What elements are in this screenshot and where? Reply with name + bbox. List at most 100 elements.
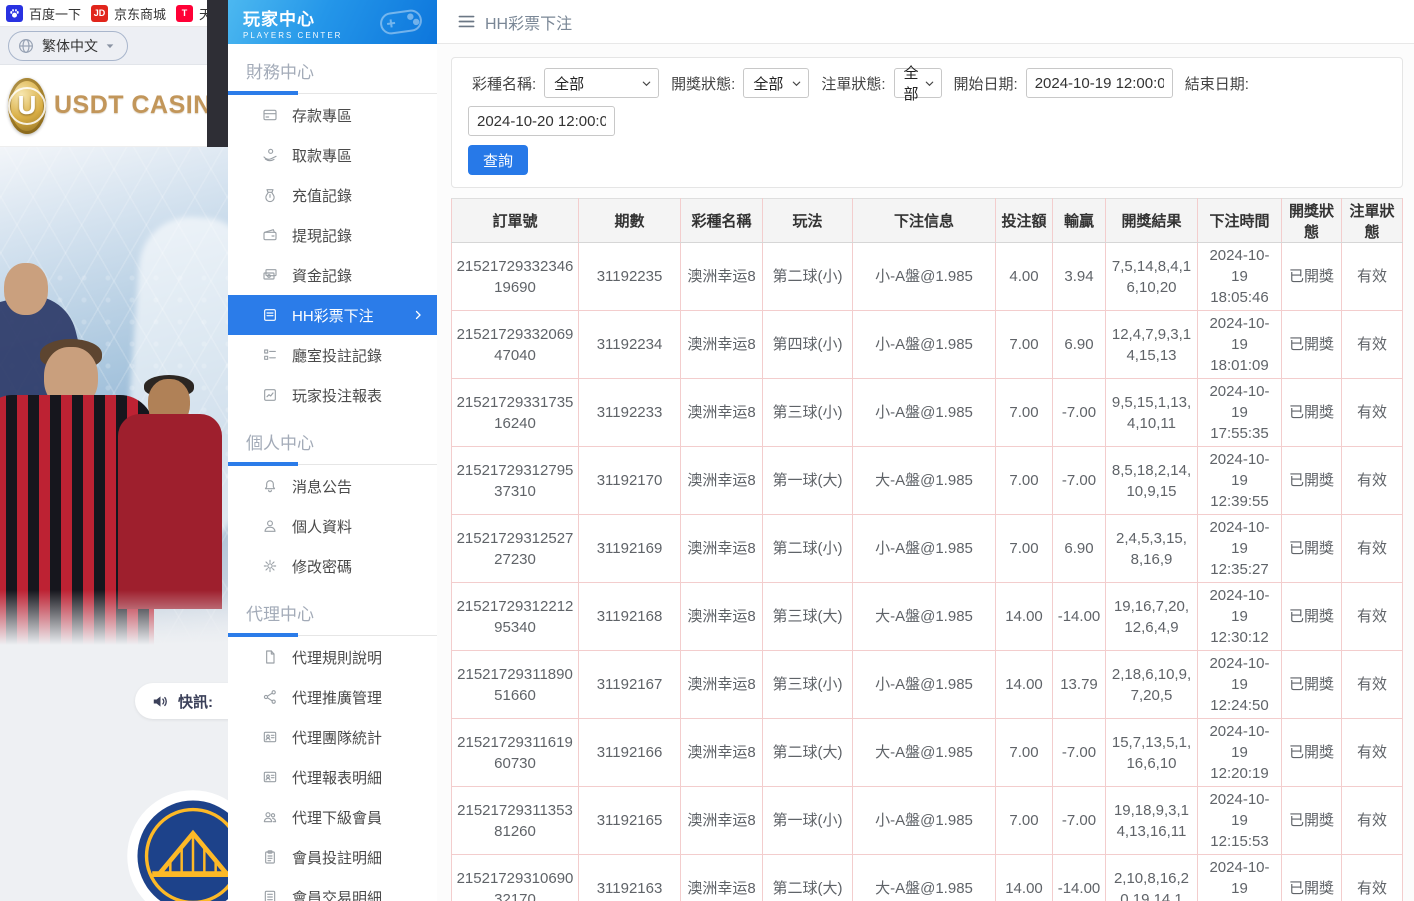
chevron-right-icon <box>412 308 424 322</box>
table-row: 215217293106903217031192163澳洲幸运8第二球(大)大-… <box>452 855 1403 901</box>
cell-bet: 4.00 <box>996 243 1053 311</box>
cell-period: 31192235 <box>579 243 681 311</box>
cell-order: 2152172931135381260 <box>452 787 579 855</box>
draw-status-select-value: 全部 <box>753 73 783 94</box>
sidebar-item-hh-lottery-bets[interactable]: HH彩票下注 <box>228 295 437 335</box>
cell-bet: 7.00 <box>996 719 1053 787</box>
start-date-input[interactable] <box>1026 68 1173 98</box>
cell-order-status: 有效 <box>1342 855 1403 901</box>
idcard-icon <box>262 769 278 785</box>
draw-status-select[interactable]: 全部 <box>743 68 809 98</box>
sidebar-item-deposit[interactable]: 存款專區 <box>228 95 437 135</box>
sidebar-item-announcements[interactable]: 消息公告 <box>228 466 437 506</box>
order-status-select[interactable]: 全部 <box>894 68 942 98</box>
column-header: 開獎結果 <box>1106 199 1198 243</box>
book-icon <box>262 307 278 323</box>
hand-coin-icon <box>262 147 278 163</box>
sidebar-item-recharge-records[interactable]: 充值記錄 <box>228 175 437 215</box>
cell-play: 第二球(大) <box>763 719 853 787</box>
sidebar-item-agent-report-detail[interactable]: 代理報表明細 <box>228 757 437 797</box>
cell-info: 小-A盤@1.985 <box>853 515 996 583</box>
main-topbar: HH彩票下注 <box>437 0 1414 44</box>
sidebar-item-change-password[interactable]: 修改密碼 <box>228 546 437 586</box>
cell-winloss: -7.00 <box>1053 719 1106 787</box>
sidebar-item-fund-records[interactable]: 資金記錄 <box>228 255 437 295</box>
column-header: 注單狀態 <box>1342 199 1403 243</box>
sidebar-item-label: 會員投註明細 <box>292 847 382 868</box>
logo-band: U USDT CASINO <box>0 65 228 147</box>
jd-icon: JD <box>91 5 108 22</box>
cell-time: 2024-10-19 12:15:53 <box>1198 787 1282 855</box>
end-date-input[interactable] <box>468 106 615 136</box>
bookmark-jd[interactable]: JD京东商城 <box>91 4 166 23</box>
column-header: 開獎狀態 <box>1282 199 1342 243</box>
cell-play: 第三球(大) <box>763 583 853 651</box>
filter-panel: 彩種名稱: 全部 開獎狀態: 全部 注單狀態: 全部 開始 <box>451 57 1403 188</box>
main-panel: HH彩票下注 彩種名稱: 全部 開獎狀態: 全部 注單狀態: <box>437 0 1414 901</box>
sidebar-item-agent-promotion[interactable]: 代理推廣管理 <box>228 677 437 717</box>
cell-info: 大-A盤@1.985 <box>853 719 996 787</box>
sidebar-section: 代理中心代理規則說明代理推廣管理代理團隊統計代理報表明細代理下級會員會員投註明細… <box>228 592 437 901</box>
cell-info: 小-A盤@1.985 <box>853 243 996 311</box>
users-icon <box>262 809 278 825</box>
chart-icon <box>262 387 278 403</box>
sidebar-item-player-bet-report[interactable]: 玩家投注報表 <box>228 375 437 415</box>
menu-toggle-icon[interactable] <box>458 14 475 29</box>
bills-icon <box>262 267 278 283</box>
lottery-select[interactable]: 全部 <box>544 68 659 98</box>
cell-order-status: 有效 <box>1342 243 1403 311</box>
sidebar-item-label: 代理團隊統計 <box>292 727 382 748</box>
sidebar-item-withdraw-records[interactable]: 提現記錄 <box>228 215 437 255</box>
cell-period: 31192166 <box>579 719 681 787</box>
sidebar-item-agent-rules[interactable]: 代理規則說明 <box>228 637 437 677</box>
screen: 百度一下JD京东商城T天猫 繁体中文 U USDT CASINO <box>0 0 1414 901</box>
page-title: HH彩票下注 <box>485 10 572 34</box>
cell-time: 2024-10-19 12:24:50 <box>1198 651 1282 719</box>
cell-play: 第二球(大) <box>763 855 853 901</box>
cell-time: 2024-10-19 12:35:27 <box>1198 515 1282 583</box>
cell-bet: 14.00 <box>996 855 1053 901</box>
sidebar-item-label: 修改密碼 <box>292 556 352 577</box>
column-header: 玩法 <box>763 199 853 243</box>
sidebar-section: 個人中心消息公告個人資料修改密碼 <box>228 421 437 586</box>
casino-logo-text[interactable]: USDT CASINO <box>54 91 228 120</box>
news-ticker[interactable]: 快訊: <box>135 683 228 719</box>
cell-period: 31192165 <box>579 787 681 855</box>
table-row: 215217293125272723031192169澳洲幸运8第二球(小)小-… <box>452 515 1403 583</box>
cell-period: 31192168 <box>579 583 681 651</box>
cell-period: 31192167 <box>579 651 681 719</box>
sidebar-item-label: 廳室投註記錄 <box>292 345 382 366</box>
cell-info: 小-A盤@1.985 <box>853 379 996 447</box>
bell-icon <box>262 478 278 494</box>
users-icon <box>262 809 278 825</box>
cell-draw-status: 已開獎 <box>1282 447 1342 515</box>
sidebar-item-agent-downline[interactable]: 代理下級會員 <box>228 797 437 837</box>
cell-order-status: 有效 <box>1342 447 1403 515</box>
sidebar-item-member-bet-detail[interactable]: 會員投註明細 <box>228 837 437 877</box>
window-edge <box>207 0 228 147</box>
sidebar-item-agent-team-stats[interactable]: 代理團隊統計 <box>228 717 437 757</box>
language-selector[interactable]: 繁体中文 <box>8 31 128 61</box>
bookmark-baidu[interactable]: 百度一下 <box>6 4 81 23</box>
cell-result: 2,10,8,16,20,19,14,1 <box>1106 855 1198 901</box>
cell-period: 31192163 <box>579 855 681 901</box>
sidebar-item-room-bet-records[interactable]: 廳室投註記錄 <box>228 335 437 375</box>
sidebar-header: 玩家中心 PLAYERS CENTER <box>228 0 437 44</box>
sidebar-item-label: 玩家投注報表 <box>292 385 382 406</box>
cell-lottery: 澳洲幸运8 <box>681 787 763 855</box>
sidebar-item-member-trade-detail[interactable]: 會員交易明細 <box>228 877 437 901</box>
sidebar-item-profile[interactable]: 個人資料 <box>228 506 437 546</box>
player-head <box>4 263 48 315</box>
section-heading: 財務中心 <box>228 50 437 83</box>
column-header: 輸贏 <box>1053 199 1106 243</box>
sidebar-item-label: 代理規則說明 <box>292 647 382 668</box>
cell-winloss: -14.00 <box>1053 855 1106 901</box>
cell-draw-status: 已開獎 <box>1282 855 1342 901</box>
sidebar-item-withdraw[interactable]: 取款專區 <box>228 135 437 175</box>
cell-order-status: 有效 <box>1342 719 1403 787</box>
cell-order-status: 有效 <box>1342 515 1403 583</box>
table-row: 215217293127953731031192170澳洲幸运8第一球(大)大-… <box>452 447 1403 515</box>
search-button[interactable]: 查詢 <box>468 145 528 175</box>
ticker-label: 快訊: <box>178 691 213 712</box>
order-status-filter-label: 注單狀態: <box>821 73 885 94</box>
